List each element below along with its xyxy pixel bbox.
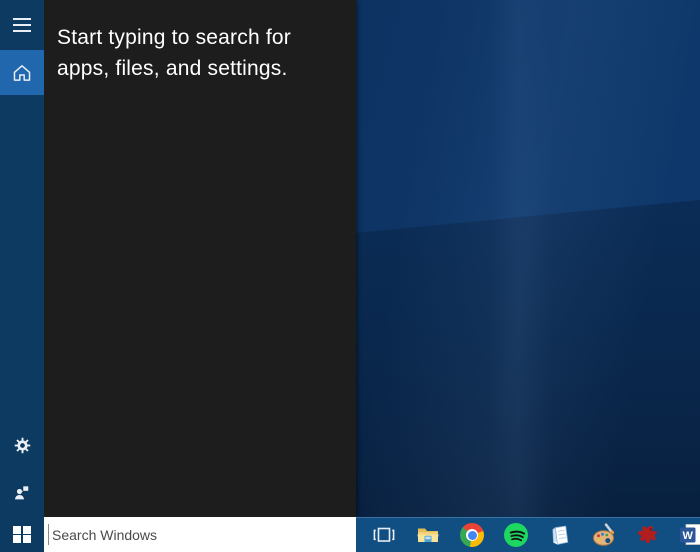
search-flyout-panel: Start typing to search for apps, files, … [44,0,356,517]
taskbar-file-explorer-button[interactable] [406,518,450,552]
taskbar-task-view-button[interactable] [362,518,406,552]
gear-icon [13,436,32,455]
feedback-icon [12,483,32,503]
search-hint-line2: apps, files, and settings. [57,57,288,80]
windows-logo-icon [13,525,31,544]
taskbar-spotify-button[interactable] [494,518,538,552]
taskbar-red-app-button[interactable] [626,518,670,552]
menu-button[interactable] [0,0,44,50]
sidebar-item-feedback[interactable] [0,473,44,513]
sidebar-item-settings[interactable] [0,425,44,465]
taskbar-word-button[interactable]: W [670,518,700,552]
chrome-icon [460,523,484,547]
taskbar: W [356,517,700,552]
paint-icon [591,522,617,548]
search-hint-line1: Start typing to search for [57,26,291,49]
spotify-icon [504,523,528,547]
task-view-icon [371,522,397,548]
search-hint-text: Start typing to search for apps, files, … [57,22,291,84]
notepad-icon [548,523,573,548]
search-input[interactable] [44,517,356,552]
search-sidebar [0,0,44,552]
word-icon: W [679,522,700,548]
hamburger-icon [13,18,31,32]
folder-icon [415,522,441,548]
svg-text:W: W [683,530,694,542]
home-icon [11,62,33,84]
start-button[interactable] [0,517,44,552]
text-caret [48,524,49,545]
windows-desktop-screen: Start typing to search for apps, files, … [0,0,700,552]
red-app-icon [636,523,661,548]
taskbar-paint-button[interactable] [582,518,626,552]
search-box [44,517,356,552]
sidebar-item-home[interactable] [0,50,44,95]
taskbar-notepad-button[interactable] [538,518,582,552]
taskbar-chrome-button[interactable] [450,518,494,552]
